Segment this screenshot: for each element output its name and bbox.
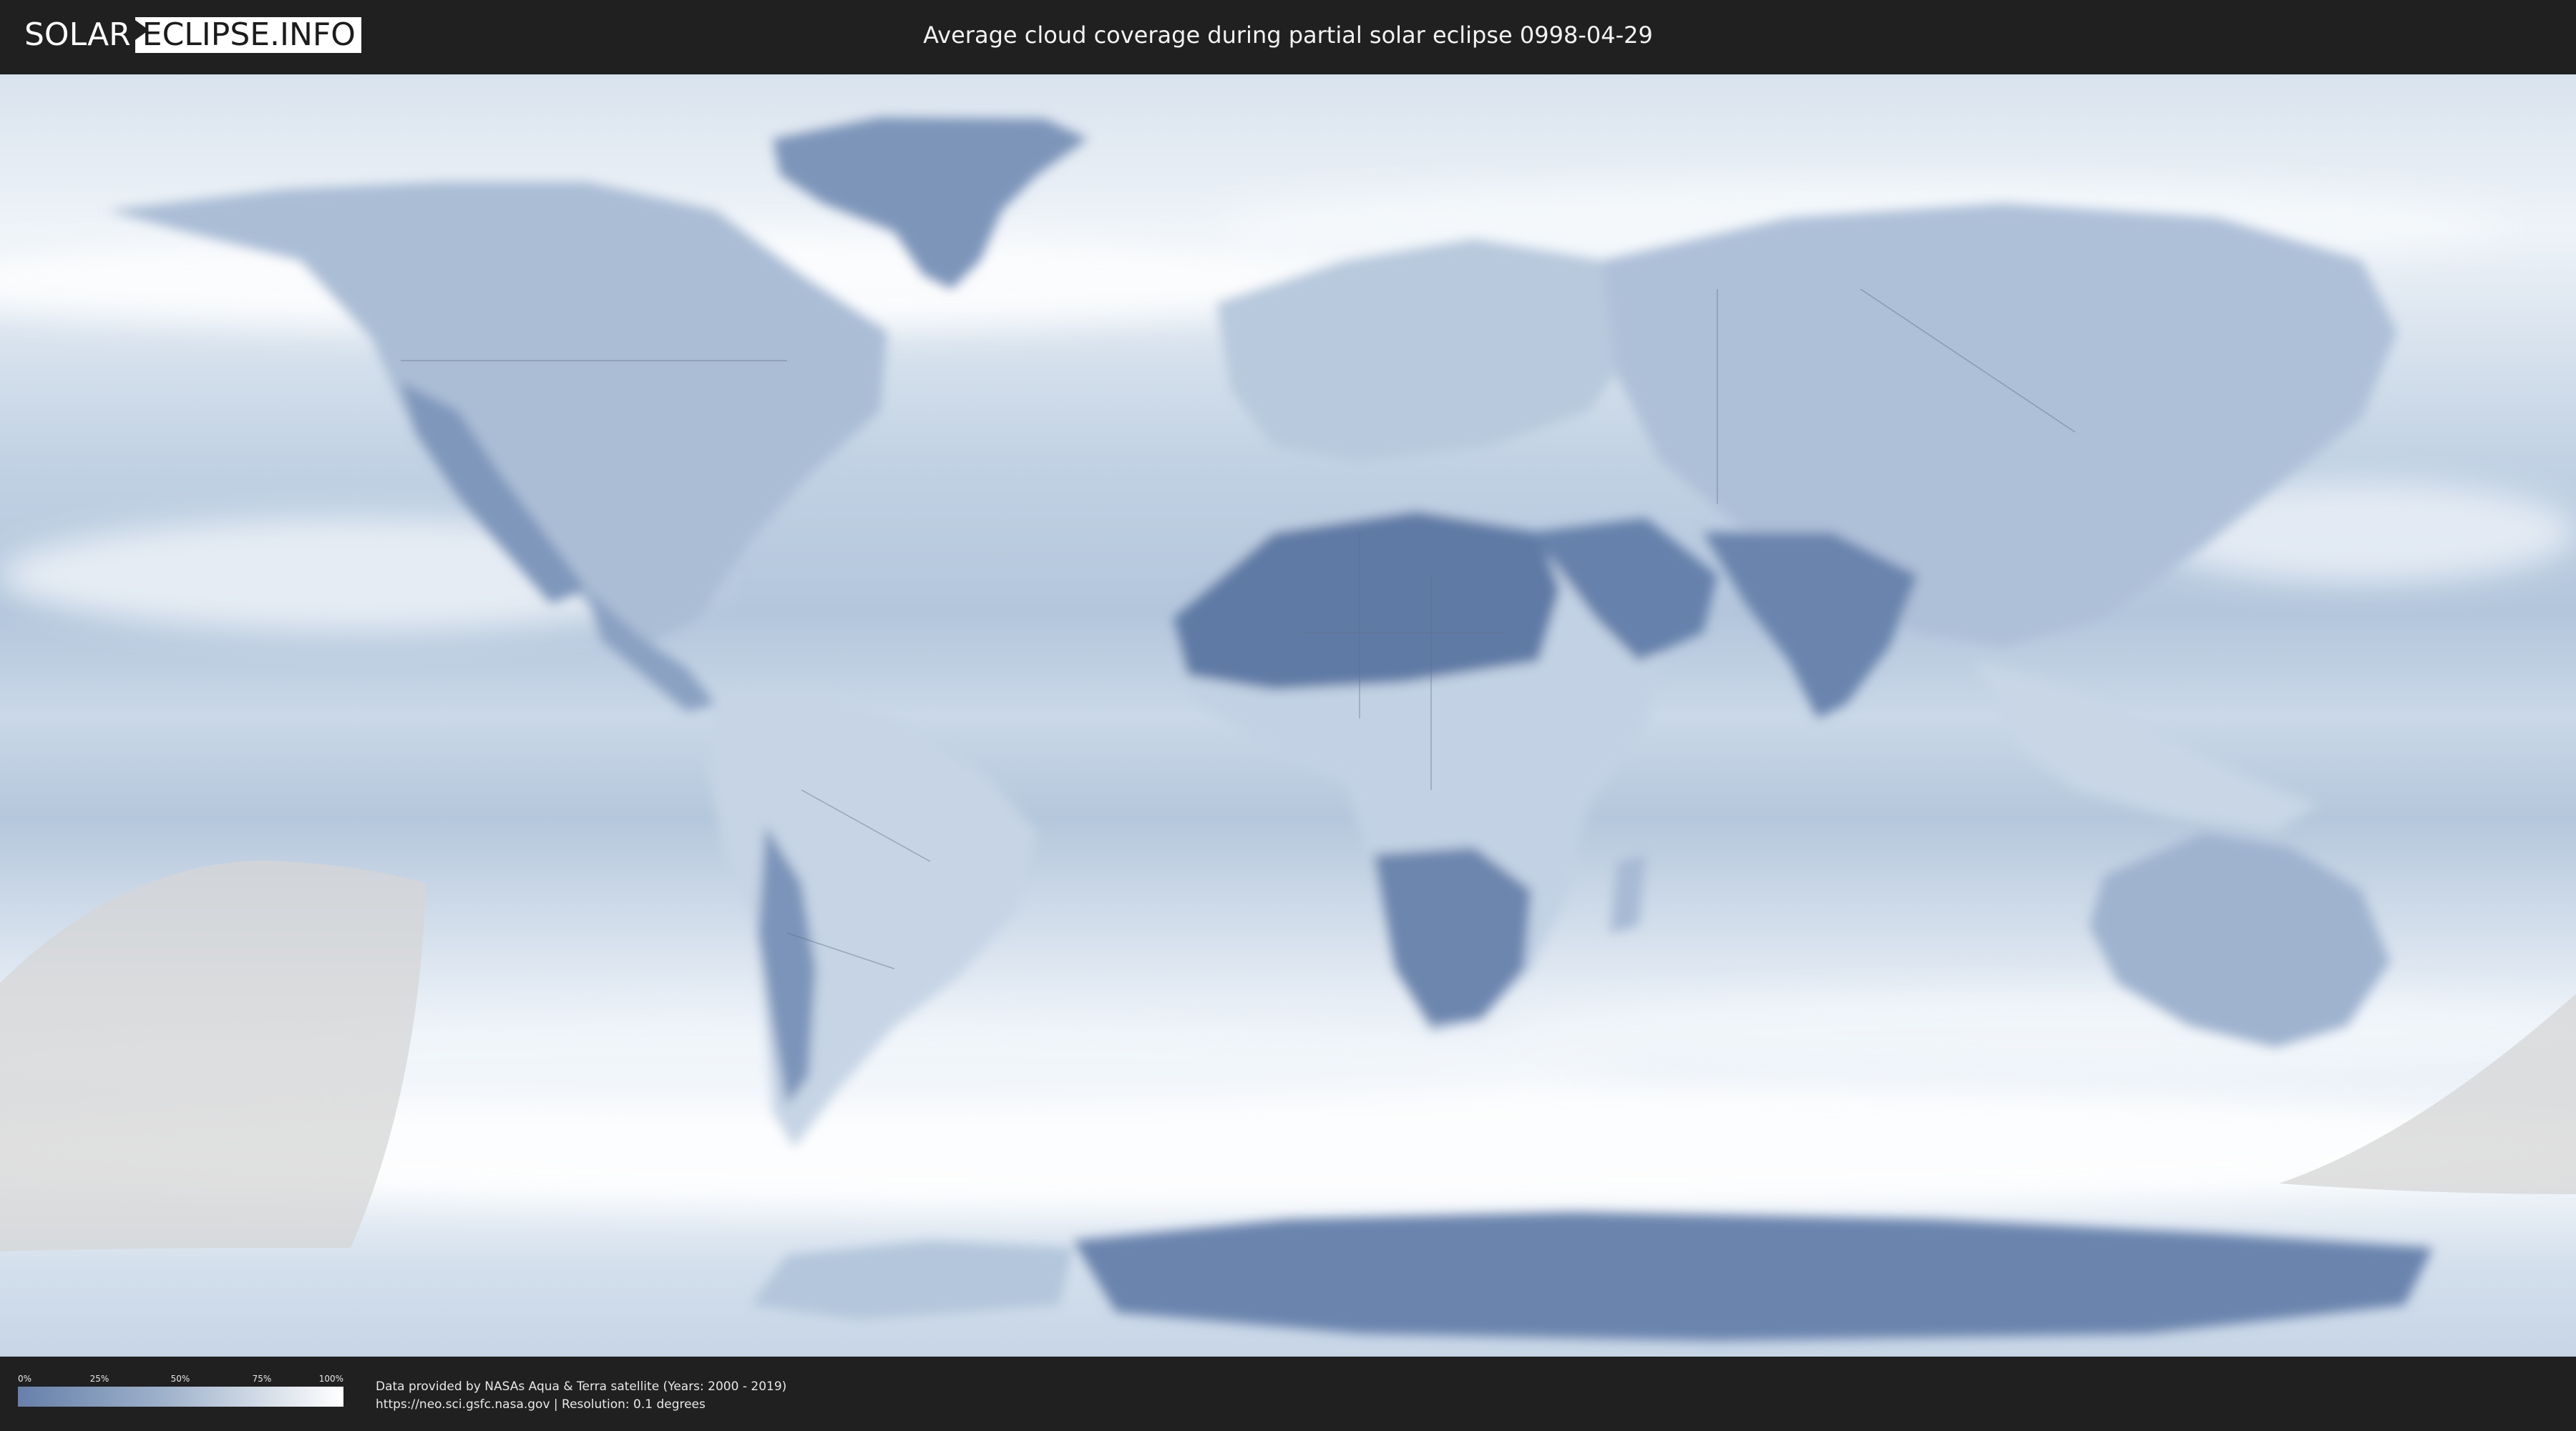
legend-tick: 0% — [18, 1374, 32, 1384]
legend-tick: 75% — [252, 1374, 272, 1384]
legend-tick: 100% — [318, 1374, 343, 1384]
legend-ticks: 0% 25% 50% 75% 100% — [18, 1374, 343, 1387]
cloud-coverage-map — [0, 74, 2576, 1357]
page-title: Average cloud coverage during partial so… — [923, 21, 1653, 49]
legend-tick: 50% — [170, 1374, 190, 1384]
credits-line-url: https://neo.sci.gsfc.nasa.gov | Resoluti… — [376, 1397, 706, 1412]
data-credits: Data provided by NASAs Aqua & Terra sate… — [376, 1378, 786, 1414]
legend-tick: 25% — [89, 1374, 109, 1384]
credits-line-source: Data provided by NASAs Aqua & Terra sate… — [376, 1379, 787, 1394]
legend-gradient-bar — [18, 1387, 343, 1407]
cloud-coverage-legend: 0% 25% 50% 75% 100% — [18, 1374, 343, 1407]
header-bar: SOLAR ECLIPSE.INFO Average cloud coverag… — [0, 0, 2576, 72]
